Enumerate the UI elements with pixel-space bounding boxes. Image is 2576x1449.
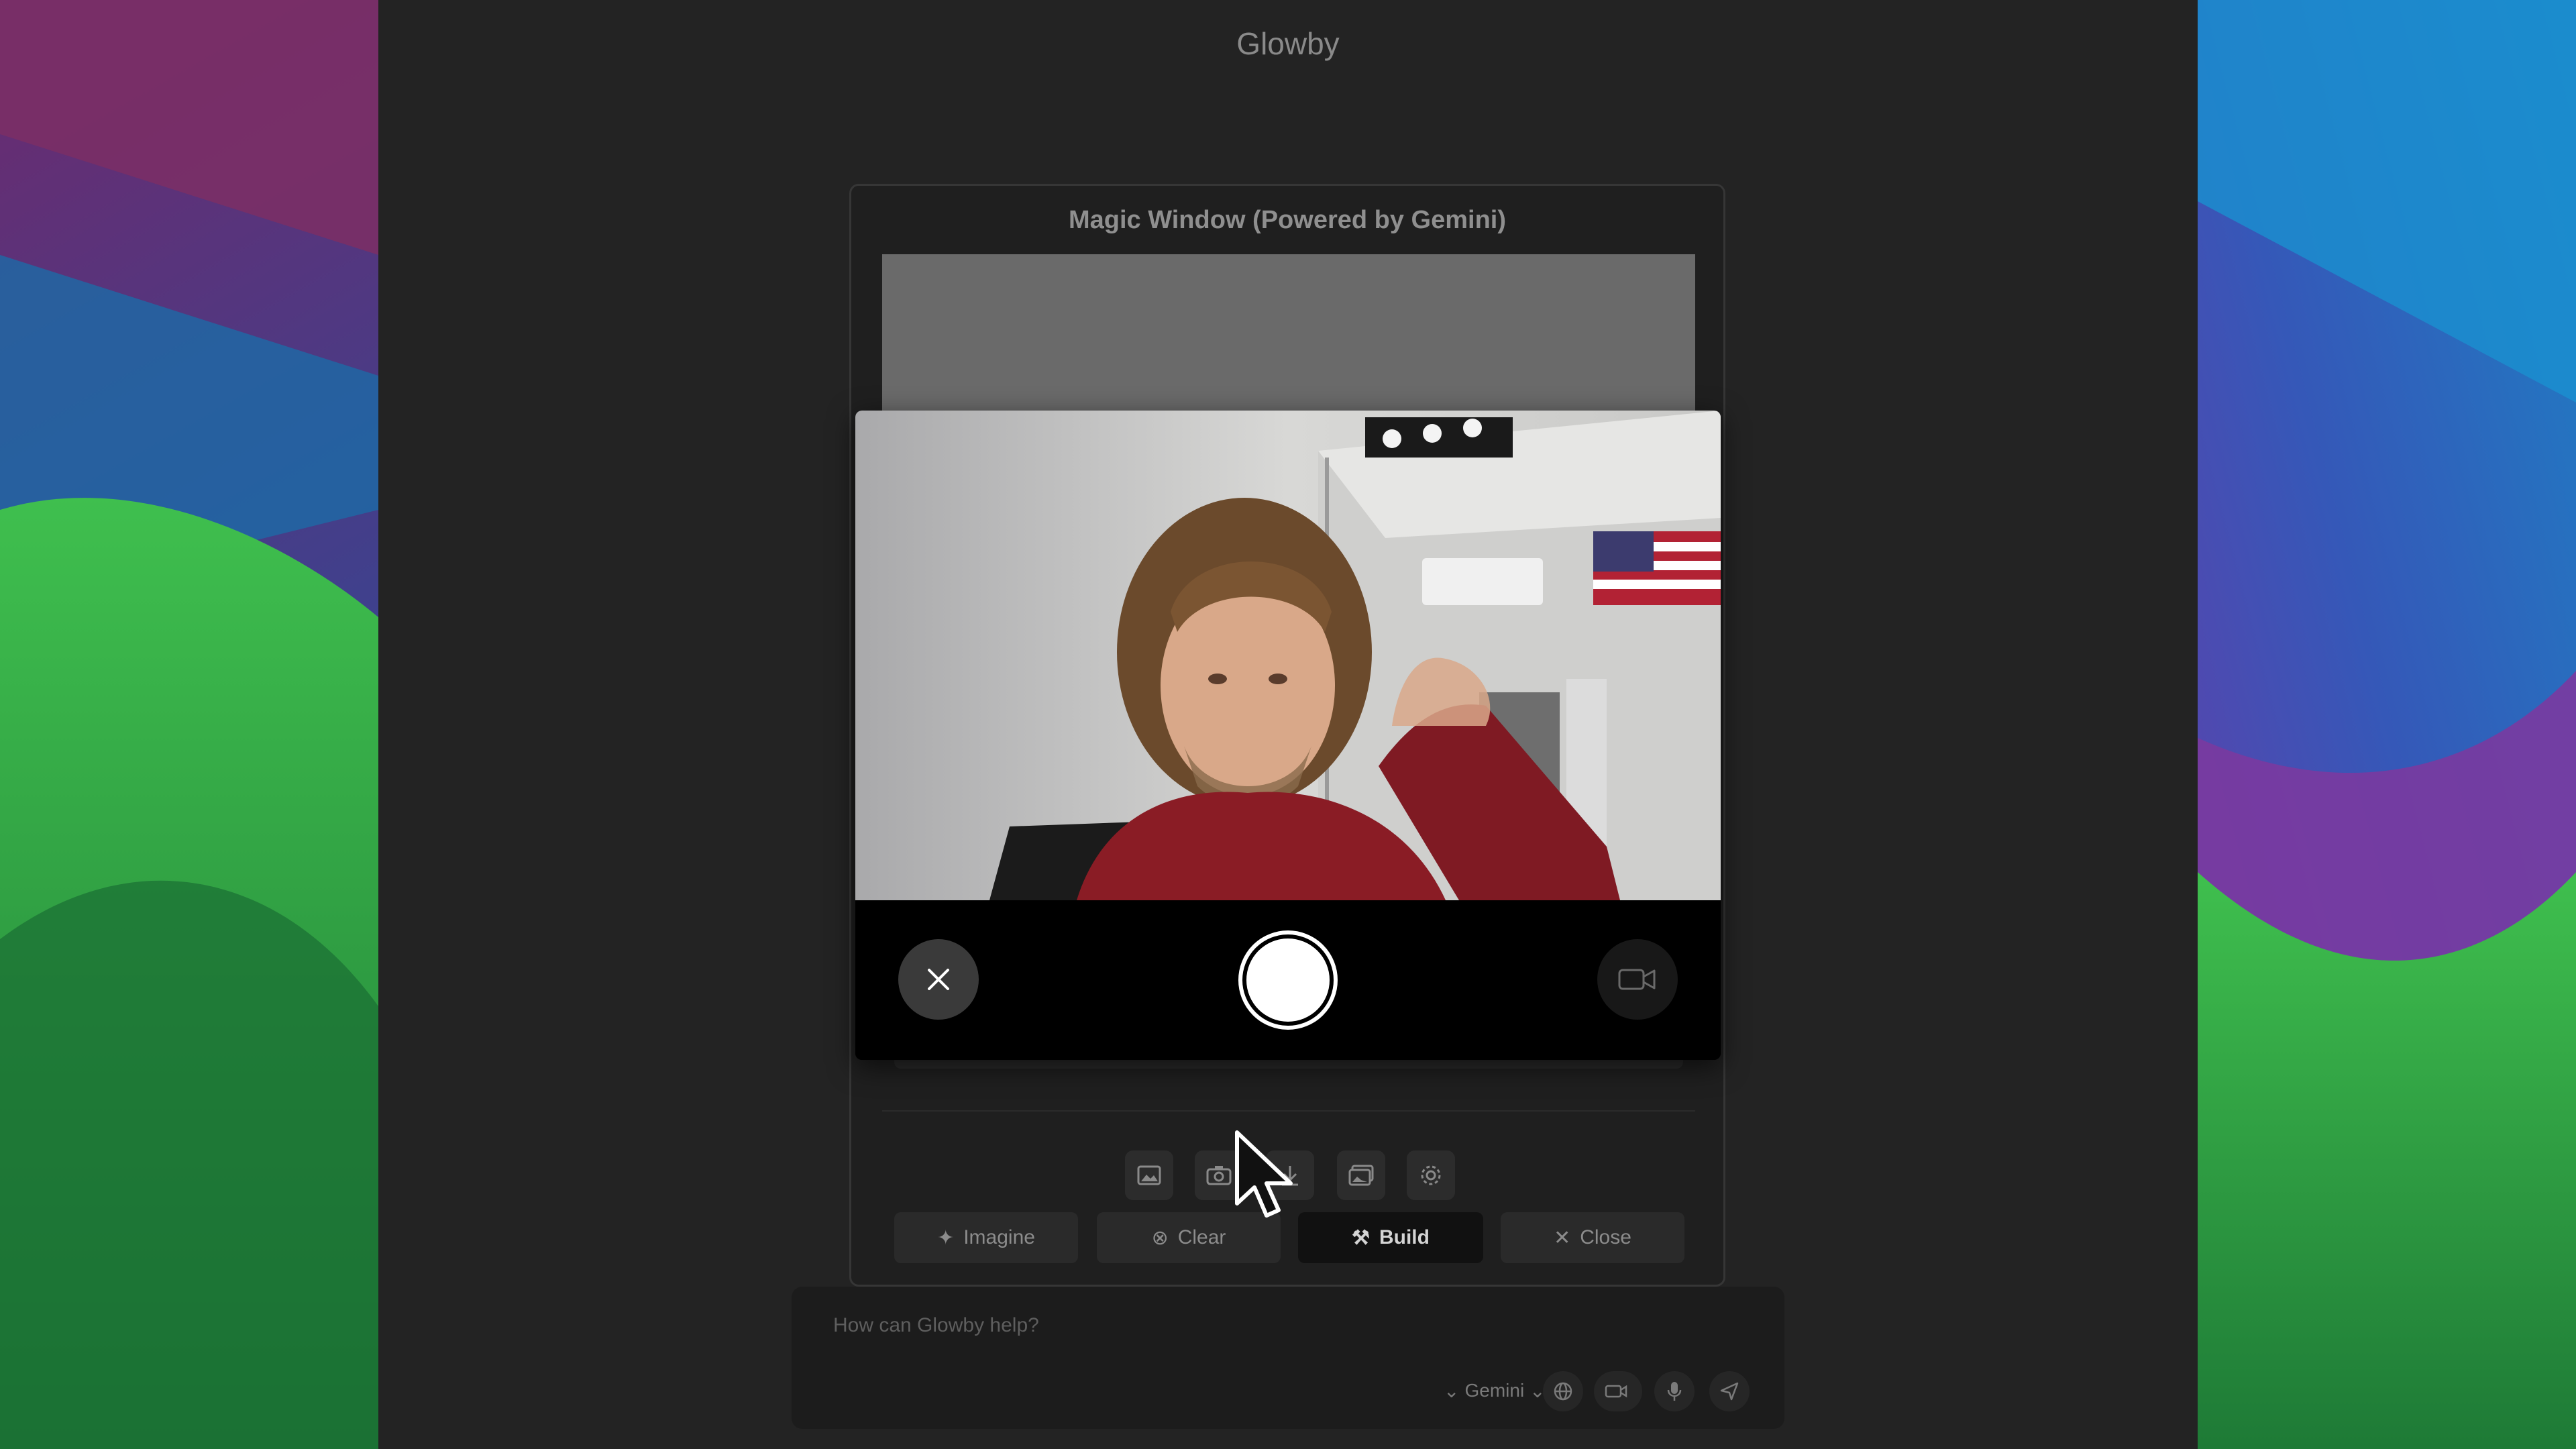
imagine-button[interactable]: ✦ Imagine [894, 1212, 1078, 1263]
chat-input-panel: ⌄ Gemini ⌄ [792, 1287, 1784, 1429]
close-icon [928, 969, 949, 990]
video-camera-icon [1605, 1385, 1627, 1398]
send-button[interactable] [1709, 1371, 1750, 1411]
build-label: Build [1379, 1226, 1430, 1248]
close-label: Close [1580, 1226, 1631, 1248]
camera-controls [855, 900, 1721, 1060]
microphone-button[interactable] [1654, 1371, 1695, 1411]
web-search-button[interactable] [1543, 1371, 1583, 1411]
app-title: Glowby [1236, 26, 1340, 61]
camera-close-button[interactable] [898, 939, 979, 1020]
shutter-button[interactable] [1238, 930, 1338, 1030]
gallery-button[interactable] [1337, 1150, 1385, 1200]
close-icon: ✕ [1554, 1226, 1571, 1249]
imagine-label: Imagine [963, 1226, 1035, 1248]
chat-input[interactable] [832, 1313, 1505, 1338]
chevron-down-icon: ⌄ [1444, 1380, 1460, 1401]
clear-label: Clear [1177, 1226, 1226, 1248]
clear-icon: ⊗ [1151, 1226, 1169, 1249]
shutter-inner [1246, 938, 1330, 1022]
mouse-cursor-icon [1235, 1130, 1293, 1218]
globe-icon [1554, 1382, 1572, 1401]
video-menu-button[interactable] [1594, 1371, 1642, 1411]
close-button[interactable]: ✕ Close [1501, 1212, 1684, 1263]
model-selector[interactable]: ⌄ Gemini ⌄ [1444, 1374, 1546, 1407]
image-icon [1137, 1165, 1161, 1185]
camera-preview [855, 411, 1721, 900]
magic-window-title: Magic Window (Powered by Gemini) [1068, 206, 1507, 234]
camera-icon [1206, 1166, 1232, 1185]
drawing-canvas[interactable] [882, 254, 1695, 415]
settings-button[interactable] [1407, 1150, 1455, 1200]
build-button[interactable]: ⚒ Build [1298, 1212, 1483, 1263]
send-icon [1720, 1382, 1739, 1401]
camera-capture-overlay [855, 411, 1721, 1060]
model-label: Gemini [1464, 1380, 1525, 1401]
hammer-icon: ⚒ [1352, 1226, 1370, 1249]
microphone-icon [1667, 1382, 1682, 1401]
video-camera-icon [1618, 969, 1656, 990]
divider [882, 1110, 1695, 1112]
gallery-icon [1348, 1165, 1374, 1186]
insert-image-button[interactable] [1125, 1150, 1173, 1200]
switch-camera-button[interactable] [1597, 939, 1678, 1020]
gear-icon [1421, 1165, 1441, 1185]
magic-wand-icon: ✦ [937, 1226, 955, 1249]
